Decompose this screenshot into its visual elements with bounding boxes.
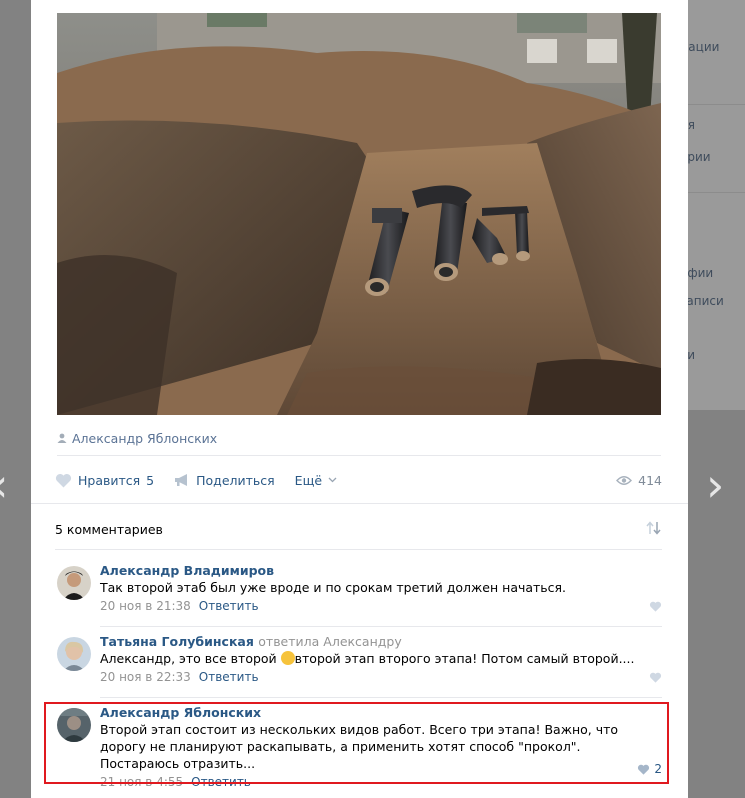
views-count: 414 [638,472,662,488]
like-button[interactable]: Нравится 5 [55,473,154,488]
divider [55,549,662,550]
chevron-down-icon [328,477,337,483]
reply-link[interactable]: Ответить [199,599,259,613]
divider [100,626,662,627]
reply-to-label[interactable]: ответила Александру [258,634,401,649]
next-arrow-icon[interactable]: › [706,462,724,508]
grinning-emoji-icon [280,651,295,665]
avatar[interactable] [57,637,91,671]
comment-text: Так второй этаб был уже вроде и по срока… [100,580,567,595]
comment-text-part: Александр, это все второй [100,651,281,666]
eye-icon [616,475,633,485]
divider [57,455,661,456]
comment-like-button[interactable] [649,601,662,612]
trench-photo [57,13,661,415]
comment-date[interactable]: 20 ноя в 22:33 [100,670,191,684]
share-button[interactable]: Поделиться [174,473,275,488]
heart-icon [649,672,662,683]
comments-count: 5 комментариев [55,522,163,537]
heart-icon [649,601,662,612]
photo-author[interactable]: Александр Яблонских [57,430,217,446]
post-photo[interactable] [57,13,661,415]
divider [100,697,662,698]
heart-icon [55,473,72,487]
prev-arrow-icon[interactable]: ‹ [0,462,8,508]
share-label: Поделиться [196,472,275,488]
comment-text-part: второй этап второго этапа! Потом самый в… [294,651,635,666]
post-actions: Нравится 5 Поделиться Ещё 414 [55,470,662,490]
photo-author-name[interactable]: Александр Яблонских [72,431,217,446]
user-icon [57,433,67,443]
more-label: Ещё [294,472,323,488]
reply-link[interactable]: Ответить [199,670,259,684]
sort-icon[interactable] [646,521,662,538]
comment-author[interactable]: Татьяна Голубинская [100,634,254,649]
avatar[interactable] [57,566,91,600]
comment-item: Татьяна Голубинская ответила Александру … [55,634,662,689]
megaphone-icon [175,474,188,486]
like-count: 5 [146,472,155,488]
comment-date[interactable]: 20 ноя в 21:38 [100,599,191,613]
comments-header: 5 комментариев [55,521,662,538]
views-counter: 414 [616,473,662,488]
comment-author[interactable]: Александр Владимиров [100,563,662,578]
highlight-frame [44,702,669,784]
like-label: Нравится [78,472,141,488]
more-button[interactable]: Ещё [295,473,337,488]
section-divider [31,503,688,504]
comment-text: Александр, это все второй второй этап вт… [100,650,662,667]
comment-like-button[interactable] [649,672,662,683]
comment-item: Александр Владимиров Так второй этаб был… [55,563,662,618]
